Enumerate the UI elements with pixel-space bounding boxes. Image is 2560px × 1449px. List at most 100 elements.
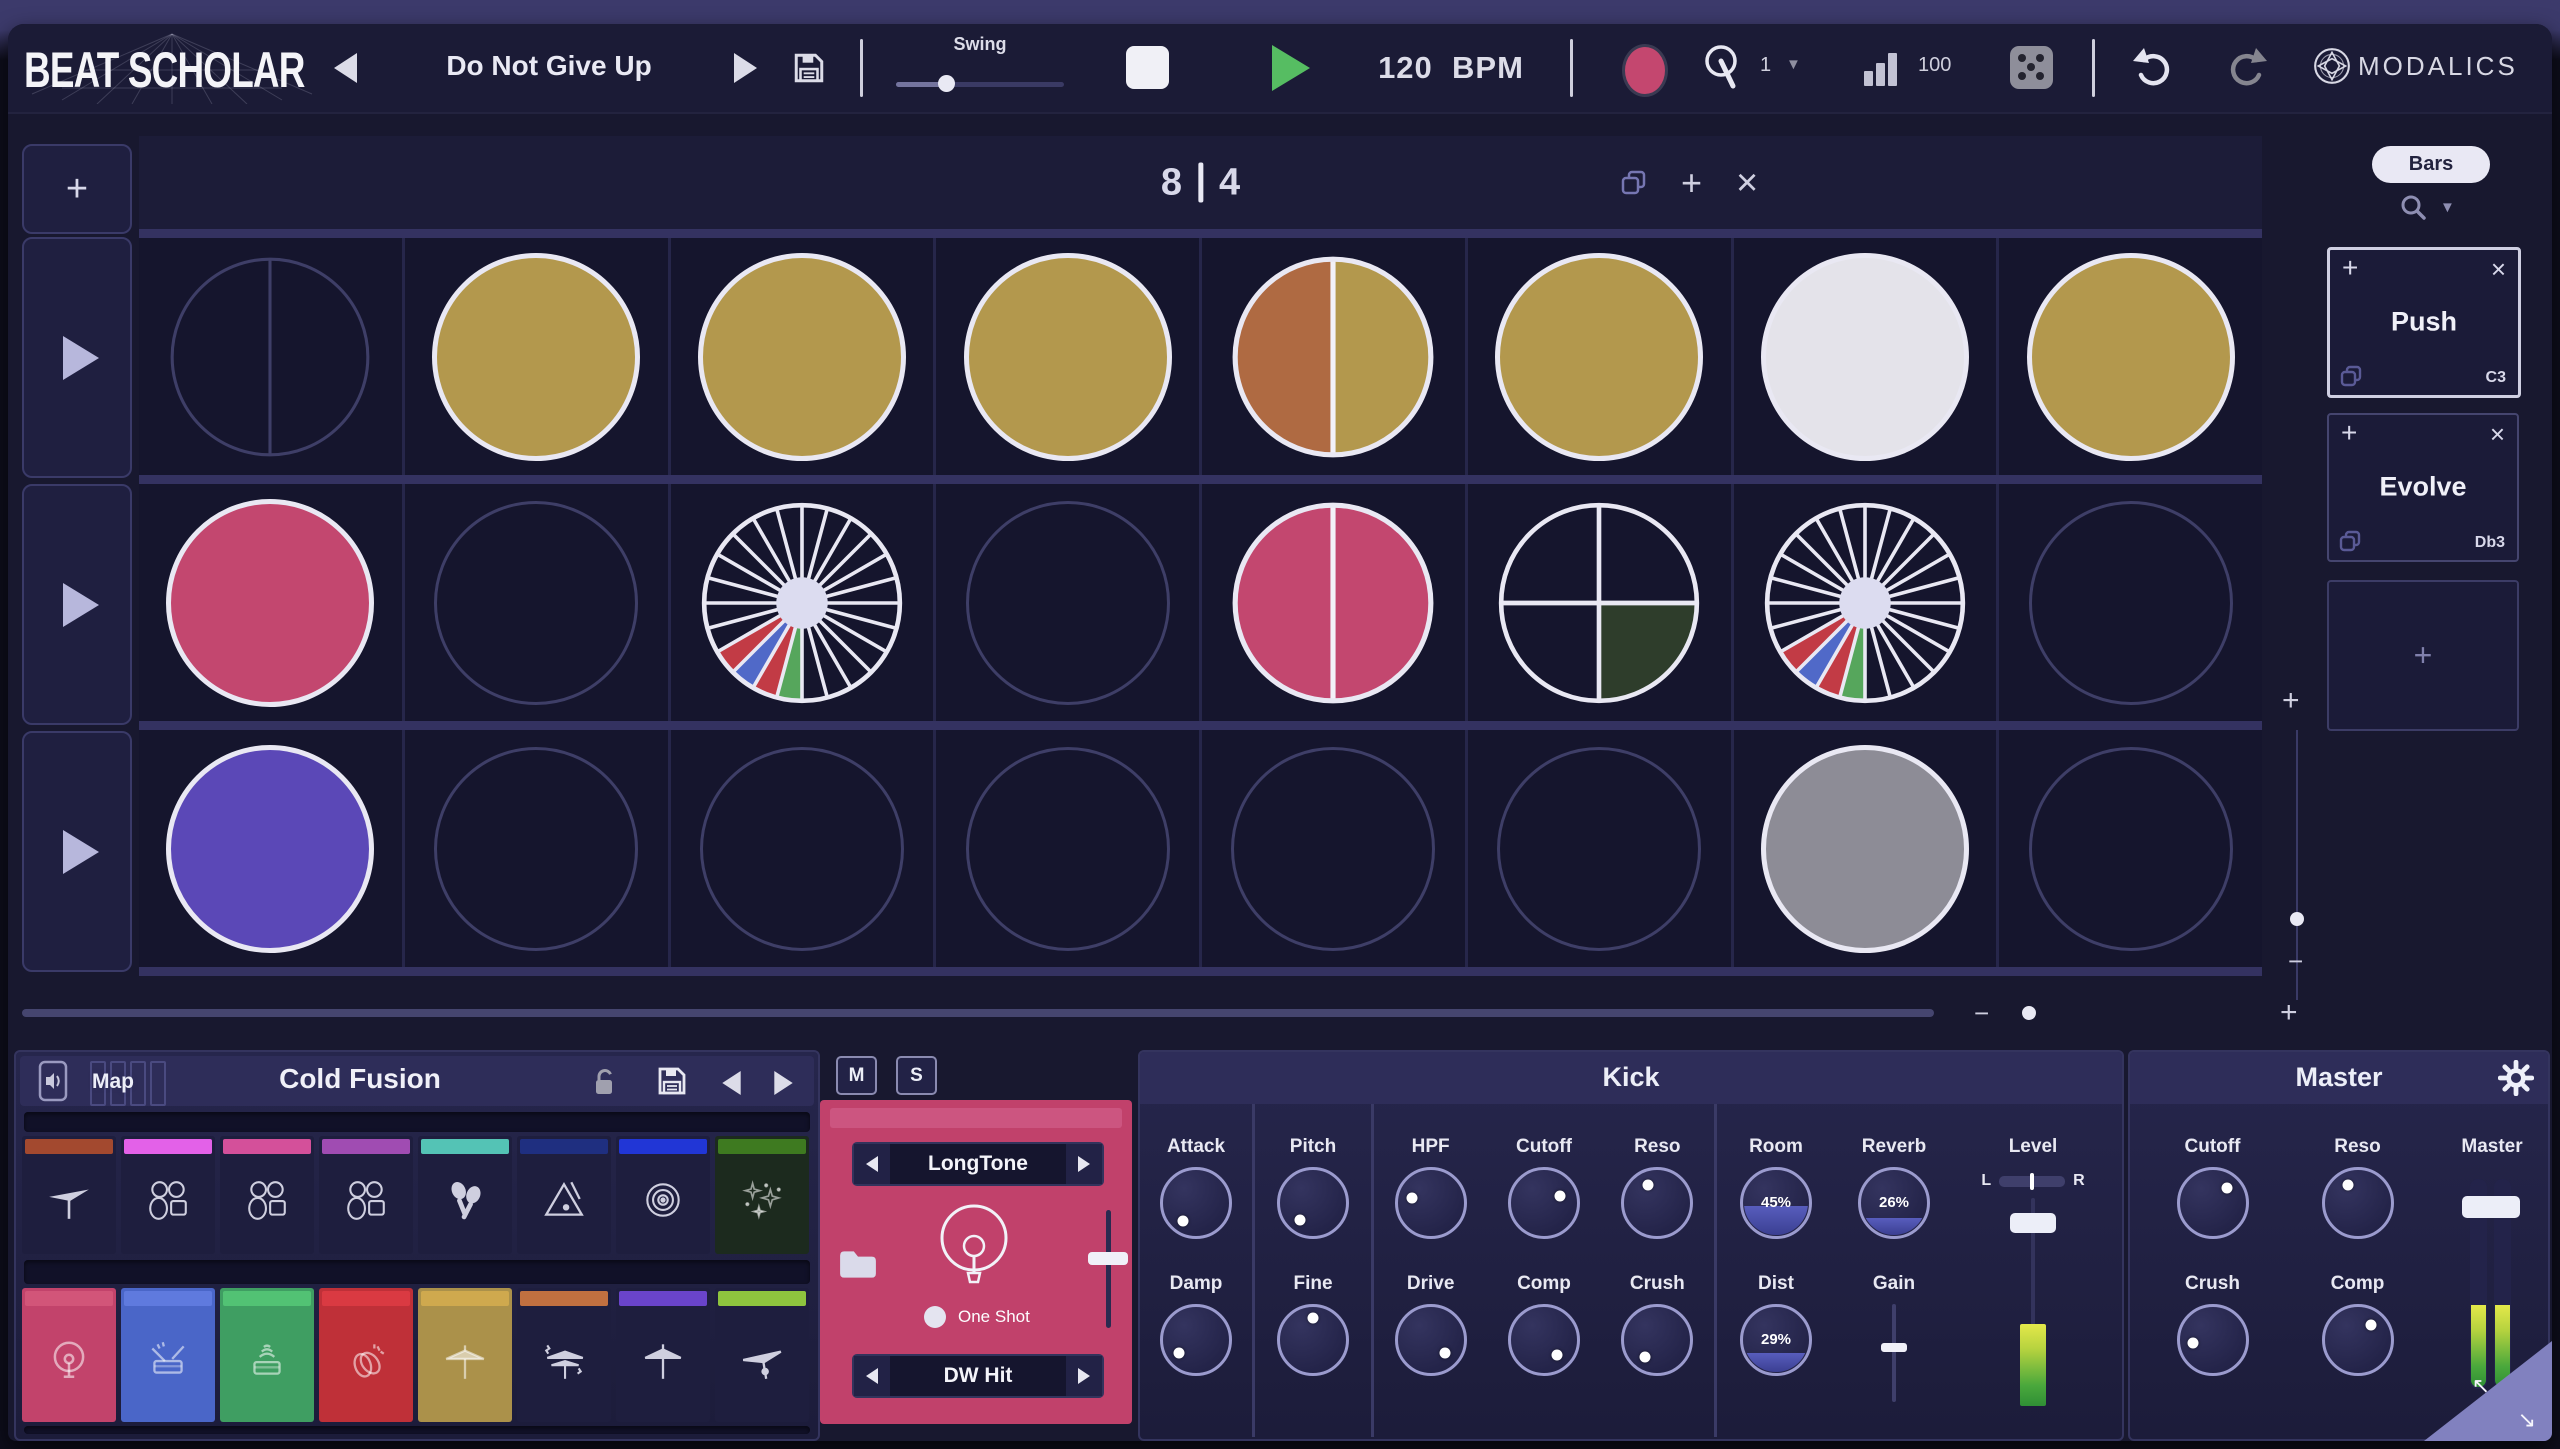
pad-kick[interactable] [22,1288,116,1422]
vzoom-plus[interactable]: + [2282,684,2300,718]
beat-cell-r2c6[interactable] [1468,484,1734,721]
map-button[interactable]: Map [84,1061,166,1103]
bars-toggle-button[interactable]: Bars [2372,146,2490,183]
beat-cell-r3c5[interactable] [1202,730,1468,967]
play-button[interactable] [1272,45,1310,91]
row-play-button-3[interactable] [22,731,132,972]
beat-cell-r3c1[interactable] [139,730,405,967]
lock-open-icon[interactable] [590,1066,618,1103]
preview-speaker-icon[interactable] [38,1060,68,1107]
bars-zoom-control[interactable]: ▼ [2400,194,2455,220]
hit-value[interactable]: DW Hit [890,1356,1066,1396]
pan-control[interactable]: L R [1981,1172,2084,1190]
song-forward-button[interactable] [734,53,757,83]
time-signature[interactable]: 84 [1161,161,1240,204]
folder-icon[interactable] [838,1248,878,1285]
beat-cell-r1c2[interactable] [405,238,671,475]
add-icon[interactable]: + [2342,252,2358,284]
add-bar-icon[interactable]: + [1681,165,1702,201]
pad-gong[interactable] [616,1136,710,1254]
row-play-button-1[interactable] [22,237,132,478]
pad-maracas[interactable] [418,1136,512,1254]
beat-cell-r1c4[interactable] [936,238,1202,475]
knob-damp[interactable] [1160,1304,1232,1376]
beat-cell-r1c8[interactable] [1999,238,2262,475]
bar-card-evolve[interactable]: + × Evolve Db3 [2327,413,2519,562]
bar-card-push[interactable]: + × Push C3 [2327,247,2521,398]
knob-drive[interactable] [1395,1304,1467,1376]
hzoom-dot[interactable] [2022,1006,2036,1020]
knob-cutoff[interactable] [1508,1167,1580,1239]
delete-bar-icon[interactable]: × [1736,164,1758,202]
pad-hihat[interactable] [418,1288,512,1422]
knob-reverb[interactable]: 26% [1858,1167,1930,1239]
sample-volume-slider[interactable] [1088,1210,1128,1328]
beat-cell-r1c6[interactable] [1468,238,1734,475]
humanize-bars-icon[interactable] [1864,50,1904,86]
bpm-display[interactable]: 120 BPM [1346,50,1556,86]
tone-next-button[interactable] [1066,1144,1102,1184]
quantize-dropdown-icon[interactable]: ▼ [1786,56,1801,73]
duplicate-icon[interactable] [2339,530,2361,552]
kit-prev-button[interactable] [722,1071,740,1095]
beat-cell-r1c1[interactable] [139,238,405,475]
quantize-value[interactable]: 1 [1760,54,1771,77]
fader-handle[interactable] [2010,1213,2056,1233]
humanize-value[interactable]: 100 [1918,54,1951,77]
vzoom-minus[interactable]: − [2288,946,2303,977]
one-shot-option[interactable]: One Shot [924,1306,1030,1328]
hit-next-button[interactable] [1066,1356,1102,1396]
song-back-button[interactable] [334,53,357,83]
pad-ride[interactable] [715,1288,809,1422]
master-fader-handle[interactable] [2462,1196,2520,1218]
pad-crash[interactable] [616,1288,710,1422]
stop-button[interactable] [1126,46,1169,89]
kit-next-button[interactable] [774,1071,792,1095]
redo-icon[interactable] [2222,44,2270,97]
knob-reso[interactable] [2322,1167,2394,1239]
pad-sparkles[interactable] [715,1136,809,1254]
pad-snare[interactable] [121,1288,215,1422]
beat-cell-r2c4[interactable] [936,484,1202,721]
swing-slider-handle[interactable] [938,75,955,92]
record-button[interactable] [1622,44,1668,97]
beat-cell-r1c5[interactable] [1202,238,1468,475]
beat-cell-r3c2[interactable] [405,730,671,967]
zoom-plus[interactable]: + [2280,996,2298,1030]
duplicate-icon[interactable] [2340,365,2362,387]
gear-icon[interactable] [2498,1060,2534,1101]
pad-clap[interactable] [319,1288,413,1422]
pad-triangle[interactable] [517,1136,611,1254]
knob-attack[interactable] [1160,1167,1232,1239]
horizontal-scrollbar[interactable] [22,1009,1934,1017]
undo-icon[interactable] [2130,44,2178,97]
pad-cymbal[interactable] [22,1136,116,1254]
one-shot-radio[interactable] [924,1306,946,1328]
beat-cell-r3c4[interactable] [936,730,1202,967]
kit-name[interactable]: Cold Fusion [180,1063,540,1095]
knob-room[interactable]: 45% [1740,1167,1812,1239]
slider-handle[interactable] [1088,1252,1128,1265]
pad-drumkit[interactable] [121,1136,215,1254]
pan-slider[interactable] [1999,1176,2065,1187]
row-play-button-2[interactable] [22,484,132,725]
beat-cell-r3c8[interactable] [1999,730,2262,967]
duplicate-bar-icon[interactable] [1621,170,1647,196]
mute-button[interactable]: M [836,1056,877,1095]
knob-reso[interactable] [1621,1167,1693,1239]
hit-prev-button[interactable] [854,1356,890,1396]
beat-cell-r3c3[interactable] [671,730,937,967]
tone-prev-button[interactable] [854,1144,890,1184]
add-row-button[interactable]: + [22,144,132,234]
pad-sizzlehat[interactable] [517,1288,611,1422]
beat-cell-r2c1[interactable] [139,484,405,721]
solo-button[interactable]: S [896,1056,937,1095]
dice-icon[interactable] [2010,46,2053,89]
hzoom-minus[interactable]: − [1974,998,1989,1029]
pad-buzzsnare[interactable] [220,1288,314,1422]
beat-cell-r2c5[interactable] [1202,484,1468,721]
slider-gain[interactable] [1874,1304,1914,1402]
knob-comp[interactable] [1508,1304,1580,1376]
beat-cell-r3c6[interactable] [1468,730,1734,967]
knob-hpf[interactable] [1395,1167,1467,1239]
